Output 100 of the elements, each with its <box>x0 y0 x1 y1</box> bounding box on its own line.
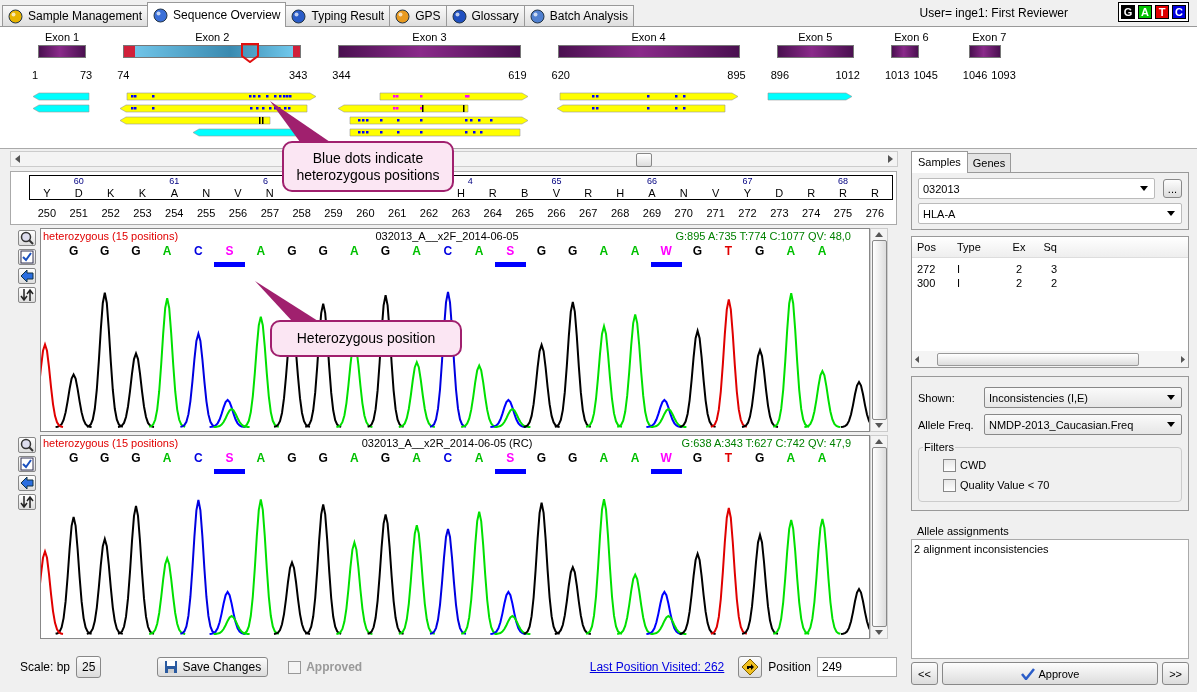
base-call: C <box>442 243 454 259</box>
base-call: G <box>535 243 548 259</box>
amino-acid: R <box>487 187 498 199</box>
horizontal-scrollbar[interactable] <box>912 351 1188 367</box>
check-button[interactable] <box>18 249 36 265</box>
base-call: G <box>691 243 703 259</box>
exon-label: Exon 5 <box>797 31 834 45</box>
position-number: 269 <box>641 207 663 219</box>
amino-acid: V <box>710 187 721 199</box>
scroll-right-icon <box>888 155 893 163</box>
amino-acid: A <box>169 187 179 199</box>
goto-position-button[interactable] <box>738 656 763 678</box>
scale-button[interactable]: 25 <box>76 656 102 678</box>
scrollbar-thumb[interactable] <box>937 352 1139 366</box>
more-button[interactable]: ... <box>1162 179 1182 198</box>
next-button[interactable]: >> <box>1162 662 1189 685</box>
sample-dropdown[interactable]: 032013 <box>918 178 1155 199</box>
vertical-scrollbar[interactable] <box>870 435 888 639</box>
table-cell-text: 3 <box>1049 263 1058 275</box>
magnifier-icon <box>20 438 34 452</box>
base-call: C <box>193 450 204 466</box>
tab[interactable]: Sample Management <box>2 5 149 26</box>
checkbox[interactable] <box>943 478 956 492</box>
amino-acid: D <box>774 187 785 199</box>
previous-button[interactable]: << <box>911 662 938 685</box>
amino-acid: N <box>201 187 212 199</box>
amino-acid: V <box>233 187 243 199</box>
position-field[interactable]: 249 <box>817 657 897 677</box>
base-call: G <box>379 450 392 466</box>
back-button[interactable] <box>18 475 36 491</box>
table-cell-text: 2 <box>1014 277 1024 289</box>
gene-dropdown[interactable]: HLA-A <box>918 203 1182 224</box>
exon-label: Exon 3 <box>411 31 448 45</box>
zoom-button[interactable] <box>18 437 36 453</box>
amino-acid: R <box>583 187 594 199</box>
last-position-link[interactable]: Last Position Visited: 262 <box>589 660 725 674</box>
table-cell-text: 2 <box>1014 263 1024 275</box>
scale-label: Scale: bp <box>20 660 71 674</box>
amino-acid: H <box>455 187 466 199</box>
dropdown-caret-icon <box>1167 395 1175 400</box>
checkbox-tick-icon <box>20 457 34 471</box>
approve-button[interactable]: Approve <box>941 662 1159 685</box>
codon-number: 6 <box>261 176 268 187</box>
check-button[interactable] <box>18 456 36 472</box>
position-number: 275 <box>832 207 854 219</box>
base-call: A <box>816 450 828 466</box>
base-call: A <box>785 450 797 466</box>
tab[interactable]: Samples <box>911 151 968 173</box>
swap-button[interactable] <box>18 494 36 510</box>
swap-arrows-icon <box>20 288 34 302</box>
base-call: A <box>816 243 828 259</box>
base-call: A <box>598 450 610 466</box>
exon-start: 620 <box>551 69 570 81</box>
amino-acid: K <box>137 187 148 199</box>
allele-assignments-field[interactable]: 2 alignment inconsistencies <box>911 539 1189 659</box>
base-call: A <box>629 243 641 259</box>
tab[interactable]: Typing Result <box>285 5 391 26</box>
position-number: 255 <box>195 207 217 219</box>
codon-number: 61 <box>168 176 181 187</box>
exon-start: 1013 <box>884 69 910 81</box>
amino-acid: D <box>73 187 84 199</box>
back-button[interactable] <box>18 268 36 284</box>
amino-acid: Y <box>742 187 753 199</box>
exon-bar[interactable] <box>38 45 87 58</box>
checkbox[interactable] <box>943 458 956 472</box>
save-changes-button[interactable]: Save Changes <box>157 657 269 677</box>
allele-freq-dropdown[interactable]: NMDP-2013_Caucasian.Freq <box>984 414 1182 435</box>
scrollbar-thumb[interactable] <box>636 153 652 167</box>
scrollbar-thumb[interactable] <box>871 447 887 627</box>
exon-end: 1012 <box>835 69 860 81</box>
checkmark-icon <box>1020 667 1035 680</box>
position-number: 276 <box>864 207 886 219</box>
vertical-scrollbar[interactable] <box>870 228 888 432</box>
table-cell-text: 300 <box>917 277 937 289</box>
position-number: 256 <box>227 207 249 219</box>
magnifier-icon <box>20 231 34 245</box>
base-call: W <box>659 450 673 466</box>
base-call: A <box>255 243 267 259</box>
exon-bar[interactable] <box>890 45 919 58</box>
exon-bar[interactable] <box>968 45 1001 58</box>
tab[interactable]: Batch Analysis <box>523 5 634 26</box>
tab[interactable]: Sequence Overview <box>147 2 287 27</box>
position-number: 254 <box>164 207 185 219</box>
base-call: G <box>286 243 298 259</box>
column-header: Type <box>957 241 982 253</box>
table-cell-text: I <box>957 277 962 289</box>
trace-title: 032013_A__x2F_2014-06-05 <box>375 229 519 243</box>
scroll-down-icon <box>875 630 883 635</box>
tab[interactable]: Genes <box>966 153 1012 172</box>
column-header: Pos <box>917 241 937 253</box>
exon-start: 1046 <box>962 69 988 81</box>
swap-button[interactable] <box>18 287 36 303</box>
tab[interactable]: Glossary <box>445 5 525 26</box>
base-call: G <box>130 243 142 259</box>
position-number: 271 <box>705 207 726 219</box>
scrollbar-thumb[interactable] <box>871 240 887 420</box>
tab[interactable]: GPS <box>389 5 447 26</box>
shown-dropdown[interactable]: Inconsistencies (I,E) <box>984 387 1182 408</box>
zoom-button[interactable] <box>18 230 36 246</box>
position-number: 252 <box>100 207 121 219</box>
